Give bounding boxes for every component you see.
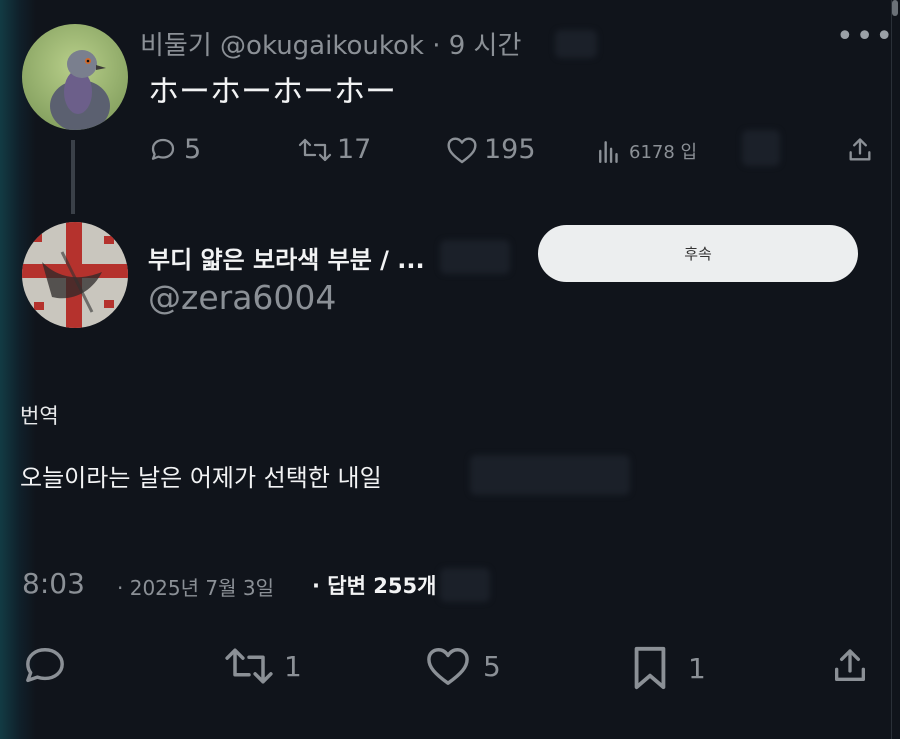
bottom-bookmark-count: 1 (688, 651, 706, 685)
reply-author-handle[interactable]: @zera6004 (148, 278, 336, 317)
redacted-area (742, 130, 780, 166)
bottom-bookmark-action[interactable]: 1 (630, 645, 706, 691)
retweet-count: 17 (337, 134, 372, 165)
parent-tweet-text: ホーホーホーホー (148, 74, 396, 110)
bottom-reply-action[interactable] (22, 645, 68, 687)
bottom-retweet-count: 1 (284, 649, 302, 683)
more-icon[interactable]: ••• (836, 22, 895, 52)
parent-time[interactable]: 9 시간 (449, 31, 522, 61)
parent-display-name[interactable]: 비둘기 (140, 31, 212, 61)
like-count: 195 (484, 134, 536, 165)
parent-header: 비둘기 @okugaikoukok · 9 시간 (140, 25, 521, 62)
reply-action[interactable]: 5 (148, 134, 201, 165)
bottom-like-count: 5 (483, 649, 501, 683)
bottom-share-action[interactable] (830, 645, 870, 687)
thread-connector (71, 140, 75, 214)
reply-author-avatar[interactable] (22, 222, 128, 328)
pigeon-avatar-icon (22, 24, 128, 130)
cross-artwork-avatar-icon (22, 222, 128, 328)
retweet-icon (298, 138, 332, 161)
like-icon (447, 136, 477, 163)
reply-icon (151, 138, 175, 160)
translation-label[interactable]: 번역 (20, 400, 59, 430)
views-count: 6178 입 (629, 142, 698, 163)
reply-count-link[interactable]: · 답변 255개 (312, 570, 436, 600)
post-date: · 2025년 7월 3일 (117, 576, 274, 600)
parent-handle[interactable]: @okugaikoukok (220, 31, 424, 61)
reply-icon (26, 648, 64, 683)
separator-dot: · (432, 31, 441, 61)
like-action[interactable]: 195 (446, 134, 536, 165)
retweet-icon (225, 648, 273, 684)
redacted-area (440, 568, 490, 602)
reply-author-name[interactable]: 부디 얇은 보라색 부분 / ... (148, 240, 425, 275)
scrollbar[interactable] (891, 0, 898, 739)
translated-text: 오늘이라는 날은 어제가 선택한 내일 (20, 464, 382, 492)
post-time: 8:03 (22, 567, 85, 600)
redacted-area (440, 240, 510, 274)
left-edge-glow (0, 0, 36, 739)
bottom-like-action[interactable]: 5 (425, 645, 501, 687)
reply-count: 5 (184, 134, 202, 165)
redacted-area (555, 30, 597, 58)
follow-button[interactable]: 후속 (538, 225, 858, 282)
share-icon (835, 649, 865, 681)
views-action[interactable]: 6178 입 (597, 138, 697, 164)
scroll-thumb[interactable] (892, 0, 898, 16)
bookmark-icon (634, 646, 666, 690)
like-icon (427, 648, 469, 685)
redacted-area (470, 455, 630, 495)
parent-avatar[interactable] (22, 24, 128, 130)
share-action[interactable] (846, 136, 874, 164)
retweet-action[interactable]: 17 (297, 134, 371, 165)
views-icon (599, 141, 618, 164)
share-icon (849, 138, 871, 161)
bottom-retweet-action[interactable]: 1 (222, 645, 302, 687)
